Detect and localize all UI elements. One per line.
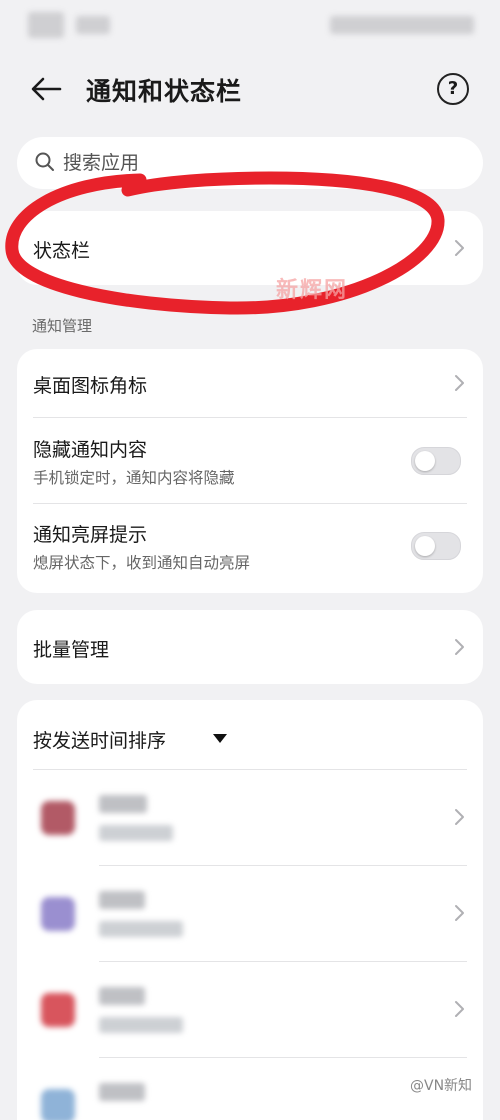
app-list-item[interactable] <box>17 770 483 865</box>
chevron-right-icon <box>455 905 464 921</box>
chevron-right-icon <box>455 375 464 391</box>
batch-management-card[interactable]: 批量管理 <box>17 610 483 684</box>
app-name-blurred <box>99 795 147 813</box>
header: 通知和状态栏 ? <box>0 60 500 118</box>
badge-title: 桌面图标角标 <box>33 375 148 397</box>
app-desc-blurred <box>99 825 173 841</box>
help-button[interactable]: ? <box>437 73 469 105</box>
caret-down-icon[interactable] <box>213 734 227 743</box>
app-list-item[interactable] <box>17 962 483 1057</box>
chevron-right-icon <box>455 240 464 256</box>
chevron-right-icon <box>455 809 464 825</box>
app-name-blurred <box>99 1083 145 1101</box>
search-icon <box>35 152 54 171</box>
toggle-knob <box>415 451 435 471</box>
question-circle-icon: ? <box>447 78 459 99</box>
batch-management-label: 批量管理 <box>33 639 110 661</box>
status-bar-settings-card[interactable]: 状态栏 <box>17 211 483 285</box>
chevron-right-icon <box>455 1001 464 1017</box>
app-icon <box>41 993 75 1027</box>
status-time-blurred <box>28 12 64 38</box>
app-name-blurred <box>99 987 145 1005</box>
arrow-left-icon <box>31 77 62 101</box>
app-icon <box>41 801 75 835</box>
search-input[interactable]: 搜索应用 <box>63 137 139 189</box>
page-title: 通知和状态栏 <box>86 77 243 106</box>
status-carrier-blurred <box>76 16 110 34</box>
app-desc-blurred <box>99 1017 183 1033</box>
corner-watermark: @VN新知 <box>410 1078 473 1094</box>
hide-content-row: 隐藏通知内容 手机锁定时，通知内容将隐藏 <box>17 418 483 504</box>
app-icon <box>41 1089 75 1120</box>
toggle-knob <box>415 536 435 556</box>
status-bar-label: 状态栏 <box>33 240 91 262</box>
hide-content-title: 隐藏通知内容 <box>33 439 148 461</box>
app-desc-blurred <box>99 921 183 937</box>
wake-screen-title: 通知亮屏提示 <box>33 524 148 546</box>
back-button[interactable] <box>28 72 68 106</box>
app-list-card: 按发送时间排序 <box>17 700 483 1120</box>
sort-label[interactable]: 按发送时间排序 <box>33 726 166 753</box>
section-label-notification-management: 通知管理 <box>32 317 93 335</box>
search-bar[interactable]: 搜索应用 <box>17 137 483 189</box>
app-name-blurred <box>99 891 145 909</box>
status-indicators-blurred <box>330 16 474 34</box>
status-bar <box>0 0 500 52</box>
app-list-item[interactable] <box>17 866 483 961</box>
hide-content-subtitle: 手机锁定时，通知内容将隐藏 <box>33 469 235 487</box>
hide-content-toggle[interactable] <box>411 447 461 475</box>
wake-screen-subtitle: 熄屏状态下，收到通知自动亮屏 <box>33 554 251 572</box>
app-icon <box>41 897 75 931</box>
wake-screen-toggle[interactable] <box>411 532 461 560</box>
badge-row[interactable]: 桌面图标角标 <box>17 349 483 417</box>
notification-management-card: 桌面图标角标 隐藏通知内容 手机锁定时，通知内容将隐藏 通知亮屏提示 熄屏状态下… <box>17 349 483 593</box>
chevron-right-icon <box>455 639 464 655</box>
wake-screen-row: 通知亮屏提示 熄屏状态下，收到通知自动亮屏 <box>17 504 483 593</box>
center-watermark: 新辉网 <box>276 278 349 303</box>
